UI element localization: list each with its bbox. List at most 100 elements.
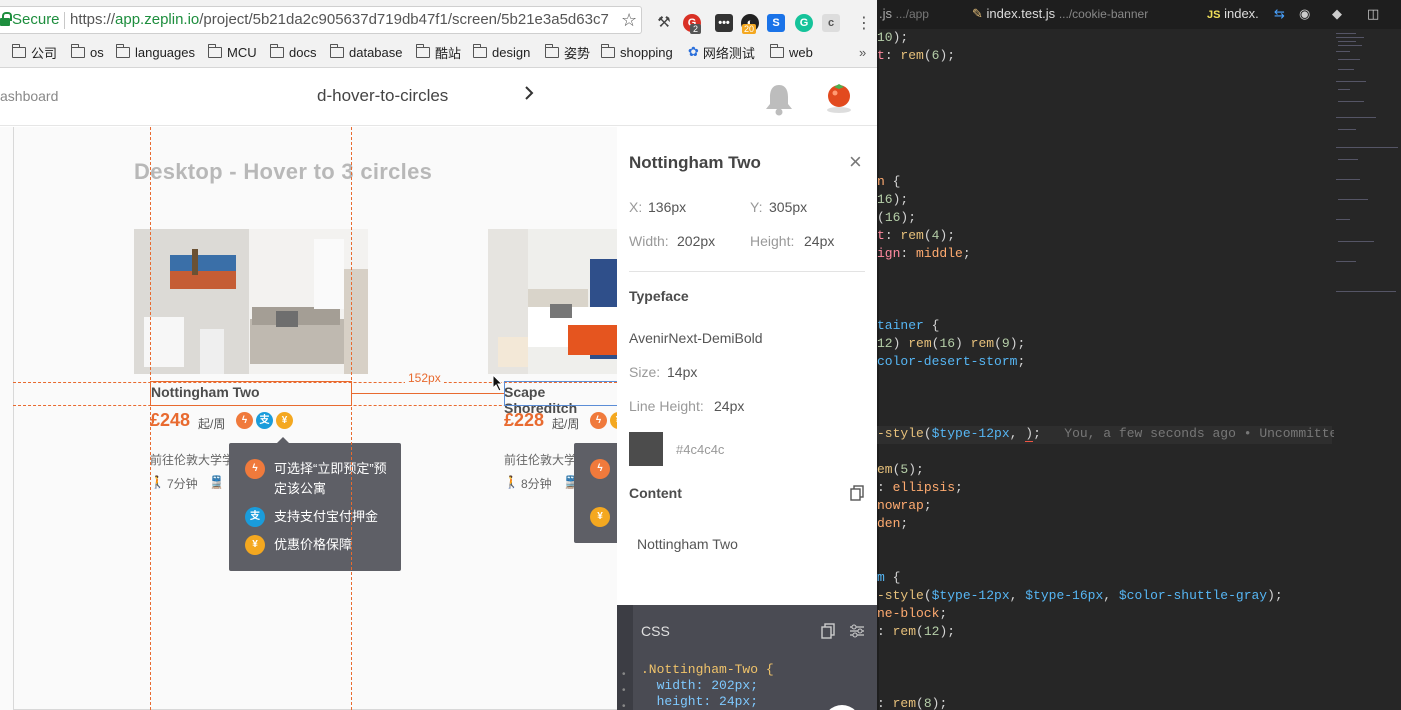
code-line-current[interactable]: -style($type-12px, ); You, a few seconds… xyxy=(877,426,1345,444)
css-line-1: .Nottingham-Two { xyxy=(641,662,774,677)
code-line[interactable]: nowrap; xyxy=(877,498,932,516)
git-icon[interactable]: ◆ xyxy=(1332,6,1342,22)
size-label: Size: xyxy=(629,364,661,380)
eye-icon[interactable]: ◉ xyxy=(1299,6,1310,22)
help-button[interactable] xyxy=(823,705,861,710)
tab-index-test[interactable]: ✎ index.test.js .../cookie-banner xyxy=(972,6,1148,22)
x-value: 136px xyxy=(648,199,687,215)
bookmark-folder[interactable]: shopping xyxy=(600,43,673,61)
extension-tool-icon[interactable]: ⚒ xyxy=(655,14,673,32)
selection-box[interactable] xyxy=(150,381,352,406)
tab-js[interactable]: .js .../app xyxy=(879,6,929,21)
chrome-menu-icon[interactable]: ⋮ xyxy=(856,13,872,33)
code-line[interactable]: t: rem(6); xyxy=(877,48,955,66)
code-line[interactable]: ign: middle; xyxy=(877,246,971,264)
chevron-right-icon[interactable] xyxy=(522,86,536,100)
url-scheme: https:// xyxy=(70,11,116,28)
bookmark-folder[interactable]: os xyxy=(70,43,104,61)
code-line[interactable]: n { xyxy=(877,174,900,192)
bookmark-folder[interactable]: docs xyxy=(269,43,316,61)
bookmark-folder[interactable]: languages xyxy=(115,43,195,61)
walk-icon: 🚶 xyxy=(504,475,519,489)
gutter-dots: • • • xyxy=(622,669,626,710)
bookmark-link[interactable]: ✿ 网络测试 xyxy=(688,43,755,61)
bolt-icon[interactable]: ϟ xyxy=(236,412,253,429)
bookmarks-overflow[interactable]: » xyxy=(859,43,866,61)
code-line[interactable]: 10); xyxy=(877,30,908,48)
y-value: 305px xyxy=(769,199,808,215)
bolt-icon: ϟ xyxy=(245,459,265,479)
copy-icon[interactable] xyxy=(821,623,835,639)
minimap[interactable] xyxy=(1334,29,1401,710)
lineheight-label: Line Height: xyxy=(629,398,704,414)
bookmark-folder[interactable]: 姿势 xyxy=(544,43,590,61)
settings-sliders-icon[interactable] xyxy=(849,623,865,639)
dashboard-link[interactable]: ashboard xyxy=(0,88,58,104)
bookmark-folder[interactable]: database xyxy=(329,43,403,61)
compare-icon[interactable]: ⇆ xyxy=(1274,6,1285,22)
bookmark-label: database xyxy=(349,44,403,60)
code-line[interactable]: tainer { xyxy=(877,318,939,336)
zeplin-canvas[interactable]: Desktop - Hover to 3 circles Nottingham … xyxy=(0,127,617,710)
color-swatch[interactable] xyxy=(629,432,663,466)
hover-box xyxy=(504,381,617,406)
card-walk-2: 8分钟 xyxy=(521,477,552,491)
bookmark-folder[interactable]: web xyxy=(769,43,813,61)
secure-label: Secure xyxy=(12,11,60,28)
tab-label: index.test.js xyxy=(986,6,1056,21)
bookmark-folder[interactable]: MCU xyxy=(207,43,257,61)
code-line[interactable]: (16); xyxy=(877,210,916,228)
css-panel: CSS • • • .Nottingham-Two { width: 202px; … xyxy=(617,605,877,710)
tooltip-arrow xyxy=(277,437,289,443)
url-text[interactable]: https://app.zeplin.io/project/5b21da2c90… xyxy=(70,11,610,28)
bookmark-folder[interactable]: 酷站 xyxy=(415,43,461,61)
extension-dots-icon[interactable]: ••• xyxy=(715,14,733,32)
extension-c-icon[interactable]: c xyxy=(822,14,840,32)
discount-icon[interactable]: ¥ xyxy=(276,412,293,429)
artboard-title: Desktop - Hover to 3 circles xyxy=(134,159,433,184)
features-tooltip-2: ϟ ¥ xyxy=(574,443,617,543)
bookmark-star-icon[interactable]: ☆ xyxy=(621,10,637,31)
address-bar[interactable]: Secure https://app.zeplin.io/project/5b2… xyxy=(0,6,642,34)
avatar[interactable] xyxy=(822,80,856,114)
tooltip-row-alipay: 支支持支付宝付押金 xyxy=(245,507,395,527)
size-value: 14px xyxy=(667,364,698,380)
tooltip-text: 支持支付宝付押金 xyxy=(274,509,379,524)
editor-tabs: .js .../app ✎ index.test.js .../cookie-b… xyxy=(877,0,1401,29)
card-uni-2: 前往伦敦大学 xyxy=(504,453,577,467)
copy-icon[interactable] xyxy=(850,485,864,501)
height-label: Height: xyxy=(750,233,795,249)
layer-name: Nottingham Two xyxy=(629,153,761,172)
alipay-icon[interactable]: 支 xyxy=(256,412,273,429)
bookmark-folder[interactable]: 公司 xyxy=(11,43,58,61)
code-line[interactable]: color-desert-storm; xyxy=(877,354,1025,372)
code-line[interactable]: 12) rem(16) rem(9); xyxy=(877,336,1025,354)
bolt-icon[interactable]: ϟ xyxy=(590,412,607,429)
bolt-icon: ϟ xyxy=(590,459,610,479)
bookmark-label: 公司 xyxy=(31,45,58,61)
tab-index[interactable]: JS index. xyxy=(1207,6,1259,21)
code-line[interactable]: : rem(8); xyxy=(877,696,947,710)
grammarly-icon[interactable]: G xyxy=(795,14,813,32)
color-hex[interactable]: #4c4c4c xyxy=(676,442,724,457)
extension-s-icon[interactable]: S xyxy=(767,14,785,32)
code-line[interactable]: em(5); xyxy=(877,462,924,480)
bookmark-folder[interactable]: design xyxy=(472,43,530,61)
close-icon[interactable]: × xyxy=(849,149,862,175)
card-unit-2: 起/周 xyxy=(552,417,580,431)
split-editor-icon[interactable]: ◫ xyxy=(1367,6,1379,22)
content-text[interactable]: Nottingham Two xyxy=(637,536,738,552)
code-line[interactable]: den; xyxy=(877,516,908,534)
folder-icon xyxy=(472,43,487,58)
code-line[interactable]: ne-block; xyxy=(877,606,947,624)
screen-name: d-hover-to-circles xyxy=(317,86,449,105)
code-line[interactable]: 16); xyxy=(877,192,908,210)
guide-line xyxy=(351,127,352,710)
code-line[interactable]: : rem(12); xyxy=(877,624,955,642)
git-blame: You, a few seconds ago • Uncommitted xyxy=(1064,426,1346,441)
code-line[interactable]: -style($type-12px, $type-16px, $color-sh… xyxy=(877,588,1283,606)
code-line[interactable]: t: rem(4); xyxy=(877,228,955,246)
code-line[interactable]: m { xyxy=(877,570,900,588)
code-line[interactable]: : ellipsis; xyxy=(877,480,963,498)
bell-icon[interactable] xyxy=(764,82,794,116)
